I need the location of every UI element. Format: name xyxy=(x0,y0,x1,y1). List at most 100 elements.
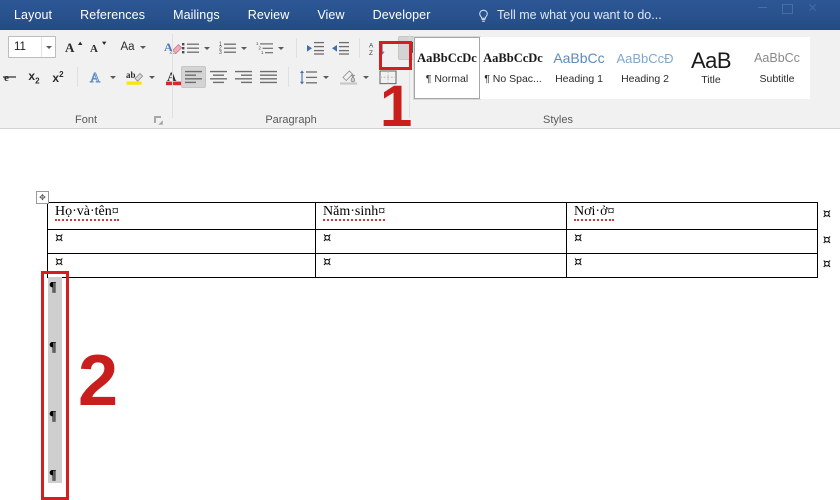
chevron-down-icon[interactable] xyxy=(323,76,329,79)
font-dialog-launcher[interactable] xyxy=(153,113,164,124)
tab-review[interactable]: Review xyxy=(234,0,304,30)
style-name: Heading 1 xyxy=(555,74,603,85)
table-cell[interactable]: ¤ xyxy=(567,230,818,254)
cell-text: Nơi·ở¤ xyxy=(574,204,614,221)
chevron-down-icon[interactable] xyxy=(110,76,116,79)
text-effects-button[interactable]: A xyxy=(85,66,109,88)
row-end-mark: ¤ xyxy=(823,207,831,222)
align-left-button[interactable] xyxy=(181,66,206,88)
increase-indent-button[interactable] xyxy=(328,37,353,59)
grow-font-button[interactable]: A xyxy=(62,36,86,58)
multilevel-list-button[interactable]: 121 xyxy=(253,37,277,59)
ribbon-group-font: 11 A A xyxy=(0,30,172,128)
tab-references[interactable]: References xyxy=(66,0,159,30)
svg-text:3: 3 xyxy=(219,50,222,55)
style-preview: AaB xyxy=(691,50,731,72)
shrink-font-button[interactable]: A xyxy=(86,36,110,58)
chevron-down-icon[interactable] xyxy=(278,47,284,50)
change-case-label: Aa xyxy=(120,41,134,53)
table-cell-header-birthyear[interactable]: Năm·sinh¤ xyxy=(316,203,567,230)
chevron-down-icon xyxy=(140,46,146,49)
font-size-input[interactable]: 11 xyxy=(8,36,56,58)
ribbon-group-paragraph: 123 121 xyxy=(173,30,409,128)
svg-text:A: A xyxy=(90,43,98,55)
svg-text:A: A xyxy=(65,40,75,55)
table-cell-header-name[interactable]: Họ·và·tên¤ xyxy=(48,203,316,230)
title-bar: Layout References Mailings Review View D… xyxy=(0,0,840,30)
style-preview: AaBbCcDc xyxy=(483,52,543,65)
row-end-mark: ¤ xyxy=(823,257,831,272)
chevron-down-icon[interactable] xyxy=(204,47,210,50)
table-cell[interactable]: ¤ xyxy=(48,254,316,278)
tab-mailings[interactable]: Mailings xyxy=(159,0,234,30)
word-window: Layout References Mailings Review View D… xyxy=(0,0,840,500)
chevron-down-icon[interactable] xyxy=(41,37,55,57)
minimize-icon[interactable] xyxy=(758,7,767,8)
svg-text:e: e xyxy=(4,72,9,84)
decrease-indent-button[interactable] xyxy=(303,37,328,59)
table-cell[interactable]: ¤ xyxy=(567,254,818,278)
cell-end-mark: ¤ xyxy=(323,231,331,246)
line-spacing-button[interactable] xyxy=(296,66,321,88)
tab-developer[interactable]: Developer xyxy=(359,0,445,30)
shading-button[interactable] xyxy=(336,66,361,88)
paragraph-group-label: Paragraph xyxy=(173,114,409,126)
style-name: Subtitle xyxy=(759,74,794,85)
text-highlight-color-button[interactable]: ab xyxy=(122,66,148,88)
style-item-normal[interactable]: AaBbCcDc ¶ Normal xyxy=(414,37,480,99)
align-right-button[interactable] xyxy=(231,66,256,88)
maximize-icon[interactable] xyxy=(782,4,793,14)
bullets-button[interactable] xyxy=(179,37,203,59)
row-end-mark: ¤ xyxy=(823,233,831,248)
font-group-label: Font xyxy=(0,114,172,126)
style-item-heading-2[interactable]: AaBbCcĐ Heading 2 xyxy=(612,37,678,99)
cell-text: Họ·và·tên¤ xyxy=(55,204,119,221)
style-preview: AaBbCcĐ xyxy=(616,52,673,65)
document-table[interactable]: ✥ Họ·và·tên¤ Năm·sinh¤ Nơi·ở¤ ¤ ¤ xyxy=(47,202,817,278)
table-cell-header-address[interactable]: Nơi·ở¤ xyxy=(567,203,818,230)
style-name: ¶ No Spac... xyxy=(484,74,542,85)
cell-end-mark: ¤ xyxy=(323,255,331,270)
subscript-button[interactable]: x2 xyxy=(22,66,46,88)
svg-text:Z: Z xyxy=(369,50,373,56)
table-cell[interactable]: ¤ xyxy=(316,230,567,254)
style-item-title[interactable]: AaB Title xyxy=(678,37,744,99)
chevron-down-icon[interactable] xyxy=(149,76,155,79)
window-controls[interactable] xyxy=(716,2,836,18)
tab-view[interactable]: View xyxy=(303,0,358,30)
cell-text: Năm·sinh¤ xyxy=(323,204,385,221)
superscript-label: x2 xyxy=(52,70,63,85)
style-item-no-spacing[interactable]: AaBbCcDc ¶ No Spac... xyxy=(480,37,546,99)
svg-text:A: A xyxy=(369,42,374,49)
justify-button[interactable] xyxy=(256,66,281,88)
style-name: ¶ Normal xyxy=(426,74,468,85)
style-item-subtitle[interactable]: AaBbCc Subtitle xyxy=(744,37,810,99)
tell-me-label: Tell me what you want to do... xyxy=(497,8,662,22)
document-canvas[interactable]: ✥ Họ·và·tên¤ Năm·sinh¤ Nơi·ở¤ ¤ ¤ xyxy=(0,129,840,500)
style-preview: AaBbCc xyxy=(754,52,800,65)
subscript-label: x2 xyxy=(28,69,39,85)
change-case-button[interactable]: Aa xyxy=(116,36,150,58)
cell-end-mark: ¤ xyxy=(574,231,582,246)
superscript-button[interactable]: x2 xyxy=(46,66,70,88)
annotation-2-box xyxy=(41,271,69,500)
ribbon-tab-strip: Layout References Mailings Review View D… xyxy=(0,0,445,30)
tab-layout[interactable]: Layout xyxy=(0,0,66,30)
lightbulb-icon xyxy=(477,9,490,23)
svg-text:ab: ab xyxy=(126,70,136,80)
strikethrough-button[interactable]: e xyxy=(0,66,22,88)
cell-end-mark: ¤ xyxy=(574,255,582,270)
style-preview: AaBbCс xyxy=(553,51,604,65)
ribbon: 11 A A xyxy=(0,30,840,129)
numbering-button[interactable]: 123 xyxy=(216,37,240,59)
table-cell[interactable]: ¤ xyxy=(48,230,316,254)
align-center-button[interactable] xyxy=(206,66,231,88)
style-item-heading-1[interactable]: AaBbCс Heading 1 xyxy=(546,37,612,99)
style-name: Title xyxy=(701,75,720,86)
tell-me-search[interactable]: Tell me what you want to do... xyxy=(477,0,662,30)
table-move-handle[interactable]: ✥ xyxy=(36,191,49,204)
table-cell[interactable]: ¤ xyxy=(316,254,567,278)
chevron-down-icon[interactable] xyxy=(363,76,369,79)
chevron-down-icon[interactable] xyxy=(241,47,247,50)
font-size-value: 11 xyxy=(9,41,41,53)
